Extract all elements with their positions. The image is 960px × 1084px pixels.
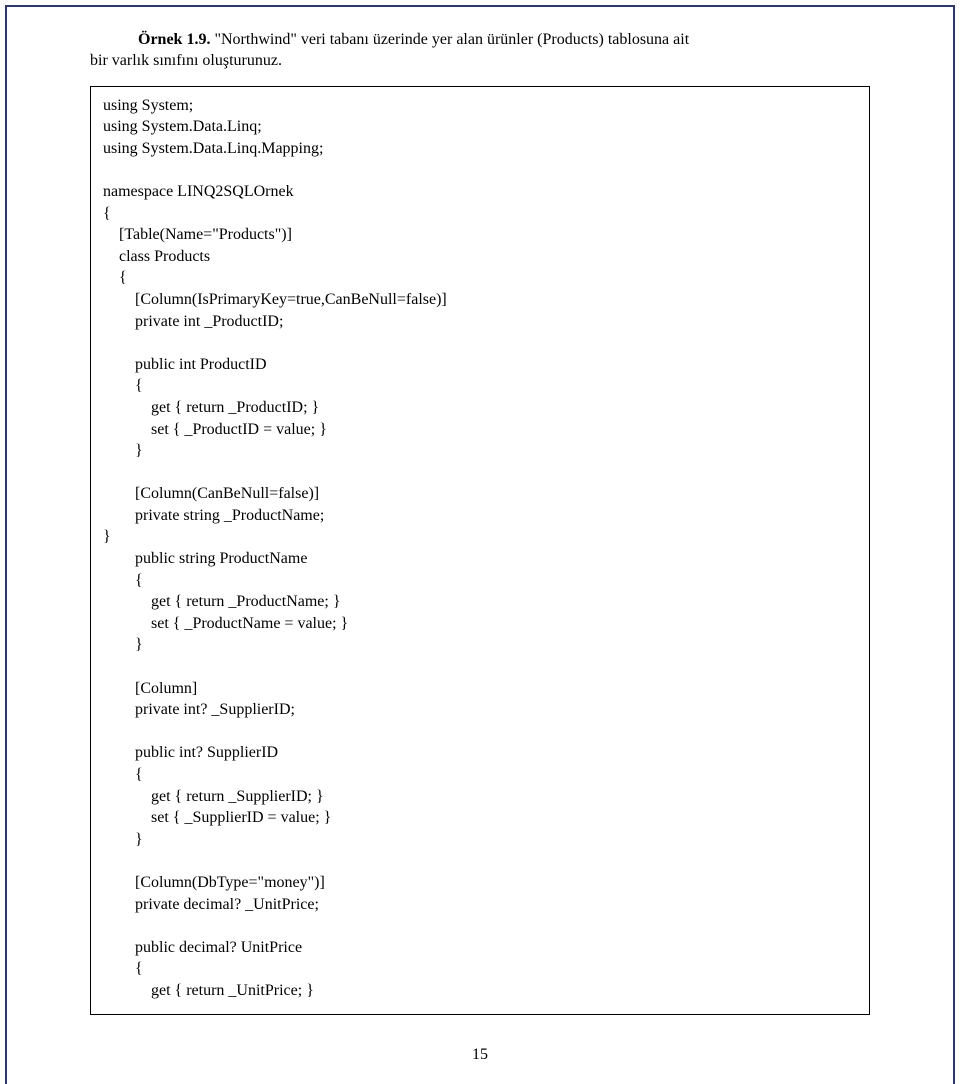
code-content: using System; using System.Data.Linq; us… xyxy=(103,97,447,999)
page-number: 15 xyxy=(0,1045,960,1066)
intro-line1: Örnek 1.9. "Northwind" veri tabanı üzeri… xyxy=(90,30,870,51)
page-border-top xyxy=(5,5,955,7)
page-border-left xyxy=(5,5,7,1084)
intro-line2: bir varlık sınıfını oluşturunuz. xyxy=(90,51,870,72)
page: Örnek 1.9. "Northwind" veri tabanı üzeri… xyxy=(0,0,960,1084)
page-border-right xyxy=(953,5,955,1084)
intro-rest-line1: "Northwind" veri tabanı üzerinde yer ala… xyxy=(210,31,689,48)
example-label: Örnek 1.9. xyxy=(138,31,210,48)
intro-paragraph: Örnek 1.9. "Northwind" veri tabanı üzeri… xyxy=(90,30,870,72)
code-box: using System; using System.Data.Linq; us… xyxy=(90,86,870,1015)
